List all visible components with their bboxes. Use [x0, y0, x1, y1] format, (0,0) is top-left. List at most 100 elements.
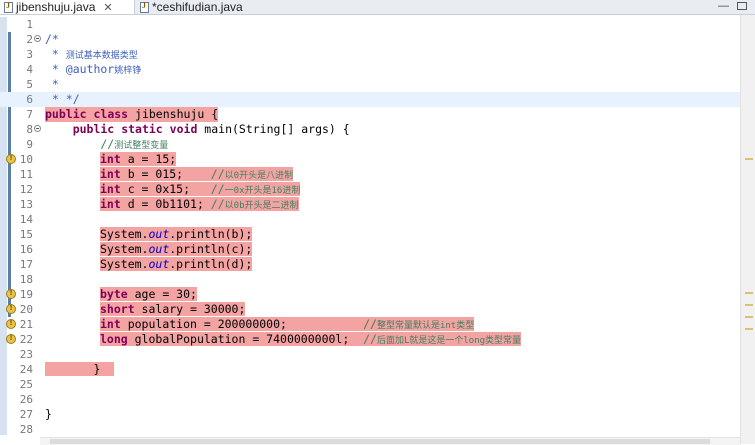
- line-number: 4: [26, 63, 33, 76]
- maximize-button[interactable]: [737, 2, 747, 10]
- line-number: 24: [19, 363, 33, 376]
- line-number: 9: [26, 138, 33, 151]
- code-line: 28: [0, 422, 740, 437]
- warning-marker[interactable]: [745, 304, 753, 306]
- code-text: /*: [45, 32, 59, 46]
- fold-toggle-icon[interactable]: [34, 35, 41, 42]
- line-number: 23: [19, 348, 33, 361]
- code-line: ! 22 long globalPopulation = 7400000000l…: [0, 332, 740, 347]
- close-icon[interactable]: ✕: [103, 1, 112, 14]
- line-number: 26: [19, 393, 33, 406]
- line-number: 18: [19, 273, 33, 286]
- code-token: a = 15;: [120, 152, 177, 166]
- code-token: //: [210, 182, 225, 196]
- code-token: long: [100, 332, 128, 346]
- line-number: 10: [19, 153, 33, 166]
- warning-marker[interactable]: [745, 328, 753, 330]
- code-token: //: [210, 197, 225, 211]
- line-number: 7: [26, 108, 33, 121]
- code-token: 以0b开头是二进制: [224, 201, 299, 211]
- code-text: * */: [45, 92, 80, 106]
- code-text: short salary = 30000;: [100, 302, 246, 317]
- code-text: public static void main(String[] args) {: [45, 122, 350, 137]
- scrollbar-thumb[interactable]: [50, 439, 710, 444]
- code-token: void: [169, 122, 198, 136]
- line-number: 27: [19, 408, 33, 421]
- code-line-current: 6 * */: [0, 92, 740, 107]
- code-line: 16 System.out.println(c);: [0, 242, 740, 257]
- code-token: byte: [100, 287, 128, 301]
- code-token: }: [93, 362, 101, 376]
- line-number: 5: [26, 78, 33, 91]
- code-line: 5 *: [0, 77, 740, 92]
- overview-ruler[interactable]: [740, 15, 755, 444]
- line-number: 3: [26, 48, 33, 61]
- code-token: .println(d);: [169, 257, 253, 271]
- code-editor[interactable]: 1 2 /* 3 * 测试基本数据类型 4 * @author姚梓铮 5 * 6…: [0, 15, 740, 437]
- editor-tab-bar: jibenshuju.java ✕ *ceshifudian.java —: [0, 0, 755, 15]
- fold-toggle-icon[interactable]: [34, 125, 41, 132]
- warning-marker[interactable]: [745, 316, 753, 318]
- code-token: 一0x开头是16进制: [224, 186, 301, 196]
- tab-label: *ceshifudian.java: [152, 0, 243, 14]
- code-line: 12 int c = 0x15; //一0x开头是16进制: [0, 182, 740, 197]
- code-line: 1: [0, 17, 740, 32]
- code-token: main(String[] args) {: [197, 122, 350, 136]
- code-token: int: [100, 317, 121, 331]
- java-file-icon: [140, 1, 149, 13]
- code-text: System.out.println(d);: [100, 257, 253, 272]
- line-number: 11: [19, 168, 33, 181]
- code-token: //: [363, 332, 377, 346]
- code-token: System.: [100, 242, 149, 256]
- line-number: 16: [19, 243, 33, 256]
- code-token: class: [93, 107, 129, 121]
- code-line: 17 System.out.println(d);: [0, 257, 740, 272]
- code-text: System.out.println(c);: [100, 242, 253, 257]
- line-number: 28: [19, 423, 33, 436]
- code-line: ! 20 short salary = 30000;: [0, 302, 740, 317]
- code-token: b = 015;: [120, 167, 211, 181]
- code-line: 4 * @author姚梓铮: [0, 62, 740, 77]
- code-line: 24 }: [0, 362, 740, 377]
- line-number: 15: [19, 228, 33, 241]
- code-line: 7 public class jibenshuju {: [0, 107, 740, 122]
- code-text: }: [45, 407, 52, 421]
- line-number: 14: [19, 213, 33, 226]
- code-token: int: [100, 197, 121, 211]
- line-number: 20: [19, 303, 33, 316]
- code-token: population = 200000000;: [120, 317, 364, 331]
- code-token: d = 0b1101;: [120, 197, 211, 211]
- code-text: public class jibenshuju {: [45, 107, 219, 122]
- code-line: 27 }: [0, 407, 740, 422]
- code-token: globalPopulation = 7400000000l;: [127, 332, 364, 346]
- code-line: 25: [0, 377, 740, 392]
- code-token: int: [100, 152, 121, 166]
- code-token: out: [148, 242, 170, 256]
- code-text: byte age = 30;: [100, 287, 197, 302]
- warning-marker[interactable]: [745, 292, 753, 294]
- line-number: 8: [26, 123, 33, 136]
- code-token: .println(b);: [169, 227, 253, 241]
- code-token: age = 30;: [127, 287, 197, 301]
- code-line: 18: [0, 272, 740, 287]
- code-token: //: [210, 167, 225, 181]
- code-line: 13 int d = 0b1101; //以0b开头是二进制: [0, 197, 740, 212]
- code-text: int a = 15;: [100, 152, 177, 167]
- code-line: 26: [0, 392, 740, 407]
- tab-jibenshuju[interactable]: jibenshuju.java ✕: [0, 0, 135, 14]
- code-token: 以0开头是八进制: [224, 171, 294, 181]
- line-number: 22: [19, 333, 33, 346]
- code-token: System.: [100, 227, 149, 241]
- code-text: System.out.println(b);: [100, 227, 253, 242]
- tab-label: jibenshuju.java: [16, 0, 96, 14]
- code-token: System.: [100, 257, 149, 271]
- java-file-icon: [4, 1, 13, 13]
- code-token: jibenshuju {: [128, 107, 219, 121]
- code-token: * @author: [45, 62, 115, 76]
- minimize-button[interactable]: —: [718, 0, 729, 12]
- tab-ceshifudian[interactable]: *ceshifudian.java: [136, 0, 276, 14]
- warning-marker[interactable]: [745, 158, 753, 160]
- line-number: 1: [26, 18, 33, 31]
- line-number: 25: [19, 378, 33, 391]
